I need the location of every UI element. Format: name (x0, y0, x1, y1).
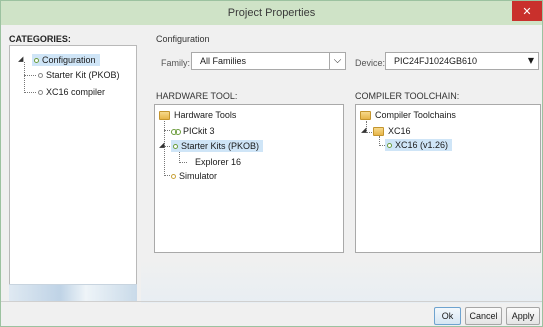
collapse-icon[interactable]: ◢ (18, 55, 23, 63)
hardware-tools-root[interactable]: Hardware Tools (159, 109, 236, 121)
categories-footer-decoration (9, 284, 137, 301)
device-value: PIC24FJ1024GB610 (394, 56, 478, 66)
tree-label: Explorer 16 (195, 157, 242, 167)
tree-label: Simulator (179, 171, 218, 181)
dropdown-arrow-icon[interactable]: ▼ (528, 53, 534, 69)
node-icon (38, 90, 43, 96)
configuration-section-label: Configuration (156, 34, 210, 44)
category-label: Configuration (42, 55, 96, 65)
folder-icon (360, 111, 371, 121)
hardware-tool-header: HARDWARE TOOL: (156, 91, 238, 101)
hardware-tool-pickit3[interactable]: PICkit 3 (171, 125, 215, 137)
tree-label: Hardware Tools (174, 110, 237, 120)
content-bottom-area (141, 259, 542, 303)
tool-icon (171, 174, 176, 180)
compiler-toolchain-header: COMPILER TOOLCHAIN: (355, 91, 460, 101)
hardware-tool-starter-kits[interactable]: Starter Kits (PKOB) (171, 140, 264, 152)
ok-button[interactable]: Ok (434, 307, 461, 325)
chevron-down-icon[interactable]: ⌵ (329, 53, 345, 69)
family-dropdown[interactable]: All Families ⌵ (191, 52, 346, 70)
hardware-tool-simulator[interactable]: Simulator (171, 170, 217, 182)
tool-icon (171, 129, 181, 136)
hardware-tool-explorer16[interactable]: Explorer 16 (195, 156, 241, 168)
apply-button[interactable]: Apply (506, 307, 540, 325)
collapse-icon[interactable]: ◢ (361, 126, 366, 134)
compiler-icon (387, 143, 392, 149)
device-label: Device: (355, 58, 386, 68)
category-label: Starter Kit (PKOB) (46, 70, 120, 80)
node-icon (38, 73, 43, 79)
title-bar[interactable]: Project Properties ✕ (1, 1, 542, 25)
hardware-tool-tree[interactable]: Hardware Tools PICkit 3 ◢ Starter Kits (… (154, 104, 344, 253)
category-configuration[interactable]: Configuration (32, 54, 100, 66)
node-icon (34, 58, 39, 64)
tree-label: PICkit 3 (183, 126, 215, 136)
collapse-icon[interactable]: ◢ (159, 141, 164, 149)
category-starter-kit[interactable]: Starter Kit (PKOB) (38, 69, 120, 81)
family-value: All Families (200, 56, 247, 66)
compiler-toolchains-root[interactable]: Compiler Toolchains (360, 109, 456, 121)
window-title: Project Properties (227, 7, 316, 19)
footer-divider (1, 301, 542, 302)
compiler-xc16-v126[interactable]: XC16 (v1.26) (385, 139, 453, 151)
folder-icon (373, 127, 384, 137)
folder-icon (159, 111, 170, 121)
device-dropdown[interactable]: PIC24FJ1024GB610 ▼ (385, 52, 539, 70)
categories-tree[interactable]: ◢ Configuration Starter Kit (PKOB) XC16 … (9, 45, 137, 301)
tree-label: Compiler Toolchains (375, 110, 456, 120)
compiler-toolchain-tree[interactable]: Compiler Toolchains ◢ XC16 XC16 (v1.26) (355, 104, 541, 253)
tool-icon (173, 144, 178, 150)
compiler-xc16[interactable]: XC16 (373, 125, 411, 137)
category-xc16-compiler[interactable]: XC16 compiler (38, 86, 105, 98)
family-label: Family: (161, 58, 190, 68)
close-button[interactable]: ✕ (512, 1, 542, 21)
close-icon: ✕ (522, 4, 532, 18)
category-label: XC16 compiler (46, 87, 106, 97)
tree-label: Starter Kits (PKOB) (181, 141, 260, 151)
project-properties-dialog: Project Properties ✕ CATEGORIES: ◢ Confi… (0, 0, 543, 327)
categories-header: CATEGORIES: (9, 34, 71, 44)
tree-label: XC16 (388, 126, 411, 136)
tree-label: XC16 (v1.26) (395, 140, 449, 150)
cancel-button[interactable]: Cancel (465, 307, 502, 325)
